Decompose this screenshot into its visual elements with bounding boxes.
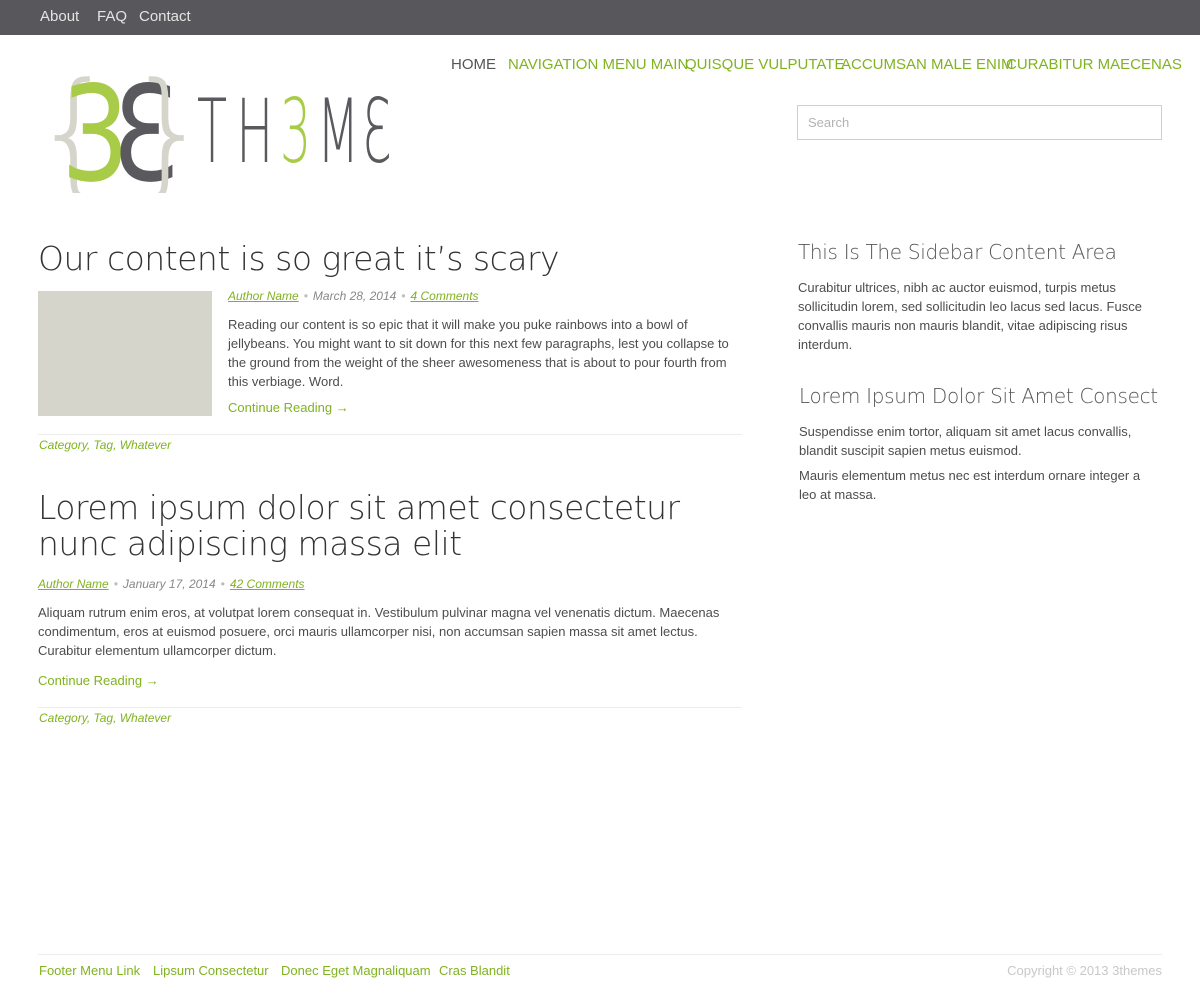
footer-link[interactable]: Donec Eget Magnaliquam	[281, 963, 431, 978]
post-author-link[interactable]: Author Name	[228, 289, 299, 303]
logo-letter: T	[197, 81, 227, 183]
logo-letter: S	[399, 81, 403, 183]
post-author-link[interactable]: Author Name	[38, 577, 109, 591]
tag-link-category[interactable]: Category	[39, 711, 87, 725]
logo-letter: Ɛ	[363, 81, 392, 183]
logo-letter: H	[236, 81, 273, 183]
top-link-contact[interactable]: Contact	[139, 8, 191, 25]
logo-letter: 3	[280, 81, 311, 183]
nav-item-curabitur-maecenas[interactable]: CURABITUR MAECENAS	[1006, 56, 1182, 73]
sidebar-widget-text: Suspendisse enim tortor, aliquam sit ame…	[799, 424, 1132, 458]
nav-item-accumsan-male-enim[interactable]: ACCUMSAN MALE ENIM	[841, 56, 1014, 73]
tag-link-tag[interactable]: Tag	[93, 711, 113, 725]
post-date: January 17, 2014	[122, 577, 216, 591]
nav-item-quisque-vulputate[interactable]: QUISQUE VULPUTATE	[685, 56, 844, 73]
divider	[38, 434, 742, 435]
continue-reading-link[interactable]: Continue Reading →	[228, 400, 349, 415]
continue-reading-link[interactable]: Continue Reading →	[38, 673, 159, 688]
tag-link-tag[interactable]: Tag	[93, 438, 113, 452]
post-meta: Author Name • January 17, 2014 • 42 Comments	[38, 577, 305, 591]
tag-link-whatever[interactable]: Whatever	[120, 438, 171, 452]
post-tags: Category, Tag, Whatever	[39, 438, 172, 452]
post-tags: Category, Tag, Whatever	[39, 711, 172, 725]
nav-item-navigation-menu-main[interactable]: NAVIGATION MENU MAIN	[508, 56, 688, 73]
meta-separator: •	[303, 289, 308, 303]
tag-link-category[interactable]: Category	[39, 438, 87, 452]
divider	[38, 707, 742, 708]
post-excerpt: Reading our content is so epic that it w…	[228, 317, 729, 389]
footer-divider	[38, 954, 1162, 955]
site-logo[interactable]: { 3 Ɛ } T H 3 M Ɛ S	[32, 54, 430, 212]
footer-link[interactable]: Footer Menu Link	[39, 963, 140, 978]
meta-separator: •	[220, 577, 225, 591]
post-meta: Author Name • March 28, 2014 • 4 Comments	[228, 289, 479, 303]
post-comments-link[interactable]: 42 Comments	[230, 577, 305, 591]
top-utility-bar: About FAQ Contact	[0, 0, 1200, 35]
nav-item-home[interactable]: HOME	[451, 56, 496, 73]
post-thumbnail[interactable]	[38, 291, 212, 416]
footer-link[interactable]: Cras Blandit	[439, 963, 510, 978]
copyright-text: Copyright © 2013 3themes	[1007, 963, 1162, 978]
meta-separator: •	[401, 289, 406, 303]
sidebar-widget-text: Mauris elementum metus nec est interdum …	[799, 468, 1141, 502]
sidebar-widget-title: This Is The Sidebar Content Area	[798, 240, 1117, 264]
post-title[interactable]: Lorem ipsum dolor sit amet consectetur n…	[38, 490, 742, 562]
post-date: March 28, 2014	[312, 289, 397, 303]
post-title[interactable]: Our content is so great it’s scary	[38, 241, 742, 277]
footer-link[interactable]: Lipsum Consectetur	[153, 963, 269, 978]
sidebar-widget-title: Lorem Ipsum Dolor Sit Amet Consect	[799, 384, 1158, 408]
post-comments-link[interactable]: 4 Comments	[411, 289, 479, 303]
sidebar-widget-text: Curabitur ultrices, nibh ac auctor euism…	[798, 280, 1142, 352]
meta-separator: •	[113, 577, 118, 591]
top-link-faq[interactable]: FAQ	[97, 8, 127, 25]
post-excerpt: Aliquam rutrum enim eros, at volutpat lo…	[38, 605, 720, 658]
tag-link-whatever[interactable]: Whatever	[120, 711, 171, 725]
top-link-about[interactable]: About	[40, 8, 79, 25]
logo-letter: M	[317, 81, 360, 183]
search-input[interactable]	[797, 105, 1162, 140]
main-navigation: HOME NAVIGATION MENU MAIN QUISQUE VULPUT…	[451, 56, 1182, 76]
